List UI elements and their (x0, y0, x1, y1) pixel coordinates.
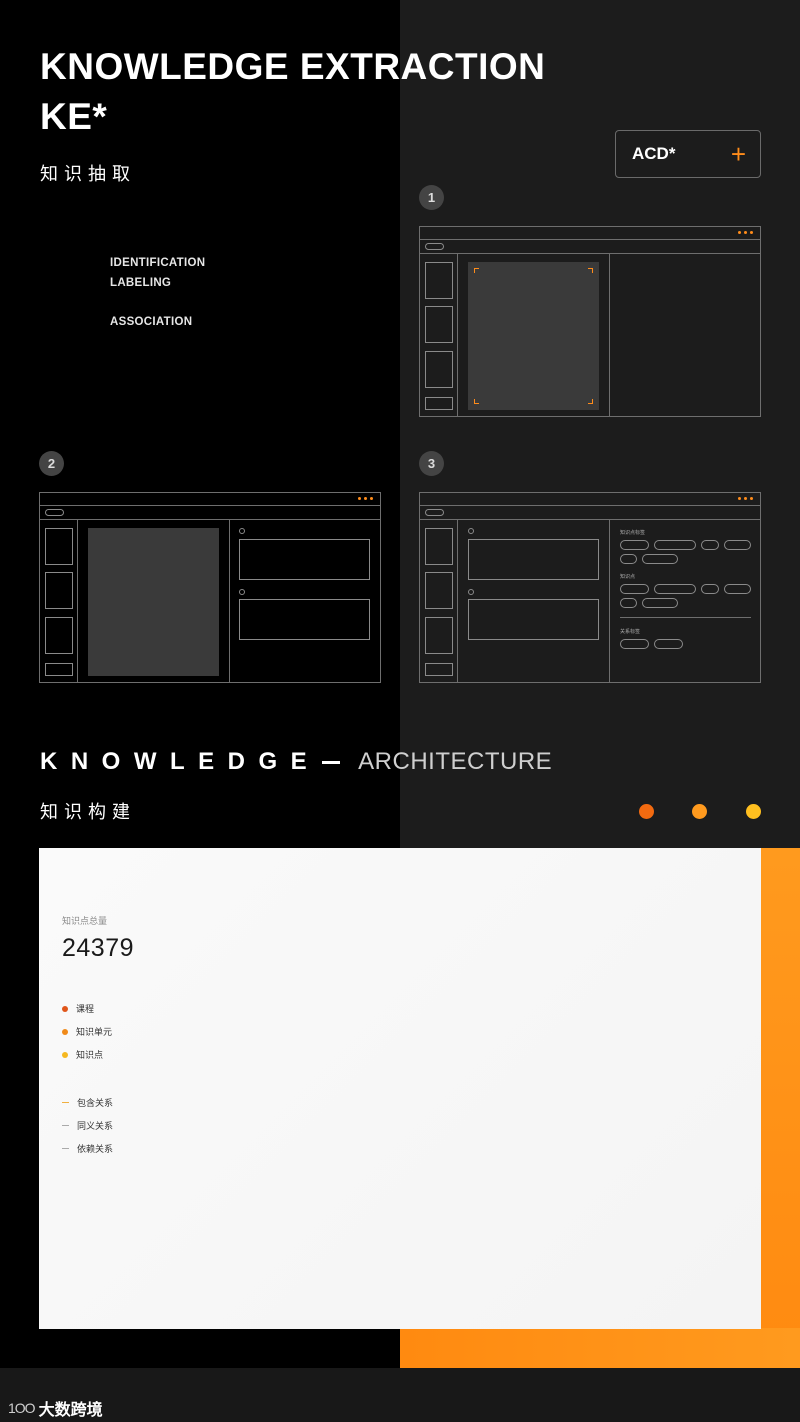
hero-title-line2: KE* (40, 96, 108, 137)
orange-accent-right (760, 848, 800, 1368)
window-dots-icon (358, 497, 373, 500)
legend-line-icon (62, 1148, 69, 1149)
thumbnail-sidebar (420, 254, 458, 416)
hero-title: KNOWLEDGE EXTRACTION KE* (40, 42, 545, 142)
color-dot-yellow (746, 804, 761, 819)
tag-chip[interactable] (620, 598, 637, 608)
tag-chip[interactable] (701, 540, 719, 550)
legend-dot-icon (62, 1028, 68, 1035)
tag-chip[interactable] (620, 554, 637, 564)
legend-line-icon (62, 1125, 69, 1126)
legend-course[interactable]: 课程 (62, 1002, 94, 1015)
tag-chip[interactable] (654, 540, 696, 550)
step2-window (39, 492, 381, 683)
feature-identification: IDENTIFICATION (110, 257, 206, 269)
tag-chip[interactable] (642, 554, 678, 564)
architecture-title: KNOWLEDGE ARCHITECTURE (40, 748, 552, 776)
step-number-1: 1 (419, 185, 444, 210)
step-number-2: 2 (39, 451, 64, 476)
total-value: 24379 (62, 934, 135, 962)
extracted-card (468, 599, 599, 640)
window-dots-icon (738, 231, 753, 234)
tag-chip[interactable] (654, 639, 683, 649)
feature-association: ASSOCIATION (110, 316, 193, 328)
color-dot-orange (692, 804, 707, 819)
legend-contains-relation[interactable]: 包含关系 (62, 1096, 113, 1109)
extracted-card (239, 539, 370, 580)
document-preview (468, 262, 599, 410)
tag-chip[interactable] (654, 584, 696, 594)
thumbnail-sidebar (40, 520, 78, 682)
thumbnail-sidebar (420, 520, 458, 682)
total-label: 知识点总量 (62, 916, 108, 926)
toolbar-pill (425, 509, 444, 516)
tag-chip[interactable] (724, 584, 751, 594)
tag-chip[interactable] (724, 540, 751, 550)
tag-group-label: 知识点标签 (620, 530, 646, 536)
hero-title-line1: KNOWLEDGE EXTRACTION (40, 46, 546, 87)
footer-bar (0, 1368, 800, 1422)
tag-group-label: 知识点 (620, 574, 636, 580)
extracted-card (239, 599, 370, 640)
legend-dot-icon (62, 1005, 68, 1012)
orange-accent-bottom (400, 1328, 800, 1368)
tag-chip[interactable] (620, 584, 649, 594)
legend-knowledge-unit[interactable]: 知识单元 (62, 1025, 112, 1038)
dash-icon (322, 760, 341, 764)
architecture-subtitle: 知识构建 (40, 802, 136, 822)
window-dots-icon (738, 497, 753, 500)
toolbar-pill (45, 509, 64, 516)
tag-group-label: 关系标签 (620, 629, 641, 635)
architecture-title-light: ARCHITECTURE (358, 748, 553, 775)
step-number-3: 3 (419, 451, 444, 476)
hero-subtitle: 知识抽取 (40, 164, 136, 184)
color-dot-orange-red (639, 804, 654, 819)
feature-labeling: LABELING (110, 276, 172, 289)
plus-icon: + (730, 139, 746, 169)
brand-logo-icon: 1OO (8, 1400, 36, 1416)
toolbar-pill (425, 243, 444, 250)
knowledge-stats-panel: 知识点总量 24379 课程 知识单元 知识点 包含关系 同义关系 依赖关系 (39, 848, 761, 1329)
step3-window: 知识点标签 知识点 关系标签 (419, 492, 761, 683)
tag-chip[interactable] (620, 540, 649, 550)
acd-button-label: ACD* (632, 144, 676, 163)
tag-chip[interactable] (701, 584, 719, 594)
brand-name: 大数跨境 (38, 1402, 103, 1419)
step1-window (419, 226, 761, 417)
legend-line-icon (62, 1102, 69, 1103)
brand-watermark: 1OO 大数跨境 (8, 1396, 103, 1420)
acd-add-button[interactable]: ACD* + (615, 130, 761, 178)
extracted-card (468, 539, 599, 580)
architecture-title-bold: KNOWLEDGE (40, 748, 321, 775)
tag-chip[interactable] (620, 639, 649, 649)
tag-chip[interactable] (642, 598, 678, 608)
feature-list: IDENTIFICATION LABELING ASSOCIATION (110, 254, 205, 333)
legend-synonym-relation[interactable]: 同义关系 (62, 1119, 113, 1132)
document-preview (88, 528, 219, 676)
legend-dependency-relation[interactable]: 依赖关系 (62, 1142, 113, 1155)
legend-knowledge-point[interactable]: 知识点 (62, 1048, 103, 1061)
legend-dot-icon (62, 1051, 68, 1058)
